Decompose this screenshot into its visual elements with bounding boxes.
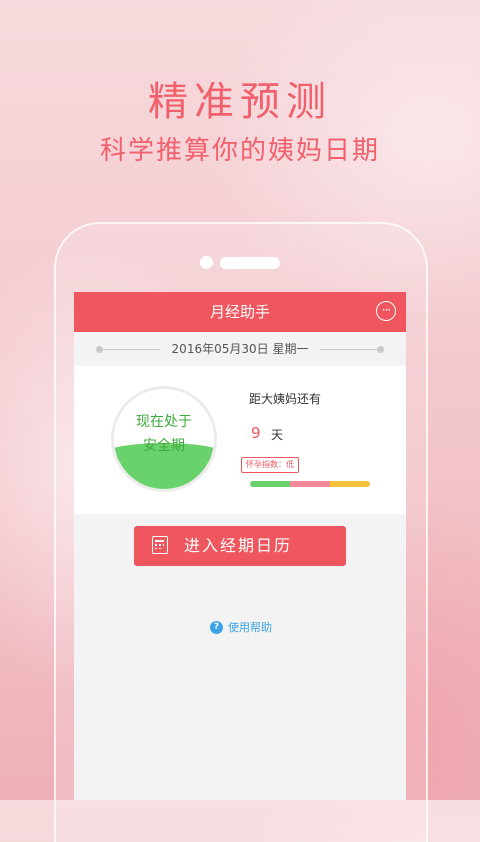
promo-subtitle: 科学推算你的姨妈日期 xyxy=(99,136,380,166)
countdown-days: 9 xyxy=(251,424,261,442)
promo-title: 精准预测 xyxy=(148,79,332,125)
status-line1: 现在处于 xyxy=(136,414,192,430)
index-segment-green xyxy=(250,481,290,487)
pregnancy-index-tag: 怀孕指数：低 xyxy=(241,457,299,473)
enter-calendar-button[interactable]: 进入经期日历 xyxy=(134,526,346,566)
calendar-icon xyxy=(152,536,168,554)
date-bar: 2016年05月30日 星期一 xyxy=(74,332,406,366)
more-icon[interactable]: ··· xyxy=(376,301,396,321)
status-fill xyxy=(114,455,214,489)
phone-camera xyxy=(200,256,213,269)
index-segment-yellow xyxy=(330,481,370,487)
date-line-right xyxy=(320,349,380,350)
help-label: 使用帮助 xyxy=(228,621,272,634)
app-title: 月经助手 xyxy=(209,303,270,321)
countdown-unit: 天 xyxy=(271,428,284,442)
date-line-right-dot xyxy=(377,346,384,353)
status-card: 现在处于 安全期 距大姨妈还有 9 天 怀孕指数：低 xyxy=(74,366,406,514)
app-screen: 月经助手 ··· 2016年05月30日 星期一 现在处于 安全期 距大姨妈还有… xyxy=(74,292,406,800)
enter-calendar-label: 进入经期日历 xyxy=(184,536,293,555)
pregnancy-index-bar xyxy=(250,481,370,487)
question-icon: ? xyxy=(210,621,223,634)
countdown-label: 距大姨妈还有 xyxy=(249,392,322,406)
cycle-status-circle[interactable]: 现在处于 安全期 xyxy=(111,386,217,492)
app-header: 月经助手 ··· xyxy=(74,292,406,332)
index-segment-pink xyxy=(289,481,331,487)
status-line2: 安全期 xyxy=(143,438,185,454)
phone-speaker xyxy=(220,257,280,269)
